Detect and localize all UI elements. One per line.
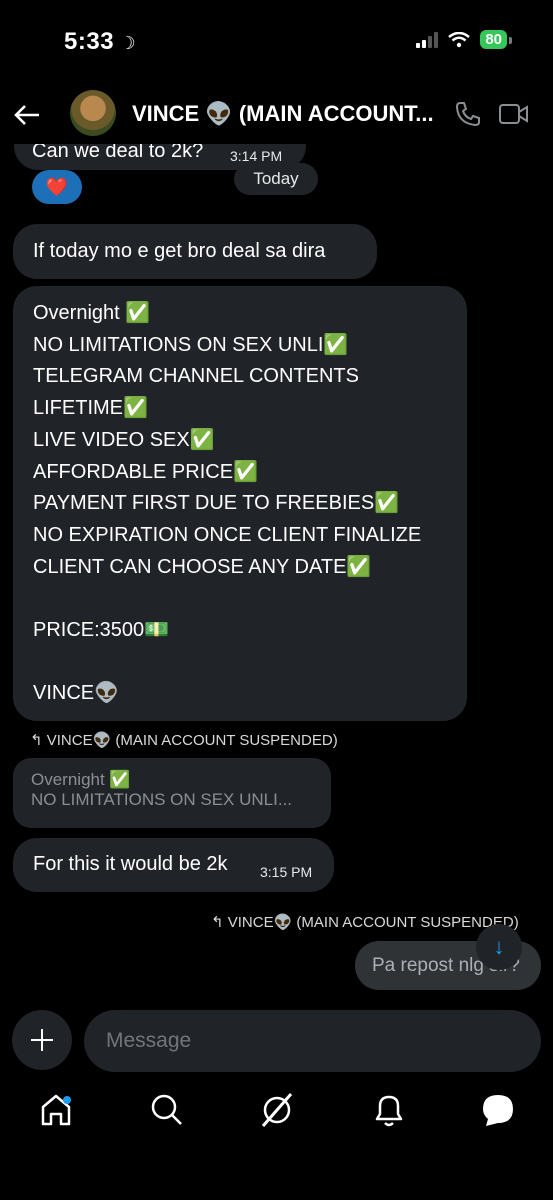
arrow-down-icon: ↓ — [493, 934, 505, 959]
message-text: For this it would be 2k — [33, 853, 228, 875]
battery-indicator: 80 — [480, 30, 512, 49]
reply-indicator: ↰ VINCE👽 (MAIN ACCOUNT SUSPENDED) — [211, 913, 519, 931]
reply-arrow-icon: ↰ — [30, 732, 47, 749]
offer-line: TELEGRAM CHANNEL CONTENTS — [33, 365, 359, 388]
offer-line: PAYMENT FIRST DUE TO FREEBIES✅ — [33, 492, 400, 515]
grok-icon[interactable] — [257, 1090, 297, 1130]
quote-line: Overnight ✅ — [31, 770, 131, 789]
add-attachment-button[interactable] — [12, 1010, 72, 1070]
heart-icon: ❤️ — [45, 177, 69, 197]
reply-target-name: VINCE👽 (MAIN ACCOUNT SUSPENDED) — [227, 914, 519, 931]
offer-line: PRICE:3500💵 — [33, 619, 170, 642]
offer-line: CLIENT CAN CHOOSE ANY DATE✅ — [33, 555, 372, 578]
offer-line: VINCE👽 — [33, 682, 120, 705]
reply-indicator: ↰ VINCE👽 (MAIN ACCOUNT SUSPENDED) — [30, 731, 338, 749]
reaction-heart[interactable]: ❤️ — [32, 170, 82, 204]
messages-icon[interactable] — [478, 1090, 518, 1130]
message-placeholder: Message — [106, 1029, 192, 1052]
message-timestamp: 3:14 PM — [230, 148, 283, 164]
scroll-down-button[interactable]: ↓ — [476, 924, 522, 970]
reply-arrow-icon: ↰ — [211, 914, 228, 931]
offer-line: NO EXPIRATION ONCE CLIENT FINALIZE — [33, 523, 422, 546]
offer-line: LIVE VIDEO SEX✅ — [33, 428, 215, 451]
offer-line: LIFETIME✅ — [33, 397, 148, 420]
offer-line: NO LIMITATIONS ON SEX UNLI✅ — [33, 333, 349, 356]
quote-line: NO LIMITATIONS ON SEX UNLI... — [31, 790, 293, 809]
status-icons: 80 — [416, 30, 512, 49]
clock-text: 5:33 — [64, 28, 115, 55]
cellular-signal-icon — [416, 31, 439, 48]
home-icon[interactable] — [37, 1090, 77, 1130]
conversation-title[interactable]: VINCE 👽 (MAIN ACCOUNT... — [132, 101, 434, 127]
message-text: If today mo e get bro deal sa dira — [33, 240, 326, 262]
reply-target-name: VINCE👽 (MAIN ACCOUNT SUSPENDED) — [46, 732, 338, 749]
offer-line: AFFORDABLE PRICE✅ — [33, 460, 258, 483]
message-input[interactable]: Message — [84, 1010, 541, 1072]
wifi-icon — [448, 31, 471, 47]
chat-header: VINCE 👽 (MAIN ACCOUNT... — [0, 88, 553, 148]
date-divider: Today — [234, 163, 318, 195]
message-bubble[interactable]: For this it would be 2k 3:15 PM — [13, 838, 334, 892]
bell-icon[interactable] — [369, 1090, 409, 1130]
status-time: 5:33 ☽ — [64, 28, 136, 56]
focus-icon: ☽ — [114, 33, 137, 53]
bottom-nav — [0, 1090, 553, 1150]
battery-level: 80 — [485, 31, 502, 48]
avatar[interactable] — [70, 90, 116, 136]
video-call-icon[interactable] — [498, 102, 530, 126]
phone-call-icon[interactable] — [454, 100, 482, 128]
offer-line: Overnight ✅ — [33, 302, 151, 324]
message-bubble[interactable]: If today mo e get bro deal sa dira — [13, 224, 377, 279]
quoted-message[interactable]: Overnight ✅ NO LIMITATIONS ON SEX UNLI..… — [13, 758, 331, 828]
message-timestamp: 3:15 PM — [260, 864, 313, 880]
search-icon[interactable] — [147, 1090, 187, 1130]
back-arrow-icon[interactable] — [14, 102, 40, 132]
message-bubble-offer[interactable]: Overnight ✅ NO LIMITATIONS ON SEX UNLI✅ … — [13, 286, 467, 721]
